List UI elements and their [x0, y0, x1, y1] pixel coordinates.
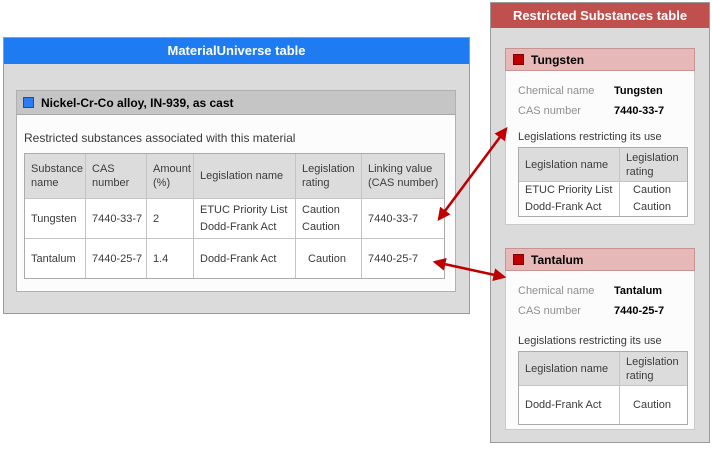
- substance-card-name: Tantalum: [531, 252, 584, 267]
- substance-card-tungsten: Tungsten Chemical name Tungsten CAS numbe…: [505, 48, 695, 225]
- substance-card-body: Chemical name Tantalum CAS number 7440-25-…: [505, 271, 695, 430]
- table-row-cell-linking-value: 7440-25-7: [368, 252, 419, 265]
- table-row-cell-rating: Caution Caution: [296, 199, 362, 239]
- material-universe-panel: MaterialUniverse table Nickel-Cr-Co allo…: [3, 37, 470, 314]
- legislation-rating-cell: Caution Caution: [633, 184, 671, 213]
- column-header-legislation-rating: Legislation rating: [620, 352, 687, 386]
- legislations-table: Legislation name Legislation rating ETUC…: [518, 147, 688, 217]
- restricted-substances-panel-title: Restricted Substances table: [491, 3, 709, 28]
- substance-card-name: Tungsten: [531, 52, 585, 67]
- field-chemical-name: Chemical name Tungsten: [518, 85, 663, 97]
- legislation-rating-cell: Caution: [633, 399, 671, 411]
- substance-card-tantalum: Tantalum Chemical name Tantalum CAS numbe…: [505, 248, 695, 430]
- restricted-substances-table: Substance name CAS number Amount (%) Leg…: [24, 153, 445, 279]
- material-universe-panel-title: MaterialUniverse table: [4, 38, 469, 64]
- table-row-cell-rating: Caution: [296, 239, 362, 278]
- column-header-legislation-name: Legislation name: [194, 154, 296, 199]
- substance-card-header: Tungsten: [505, 48, 695, 71]
- substance-card-header: Tantalum: [505, 248, 695, 271]
- table-row-cell-legislation: ETUC Priority List Dodd-Frank Act: [194, 199, 296, 239]
- column-header-legislation-name: Legislation name: [519, 148, 620, 182]
- table-row-cell-amount: 2: [147, 199, 194, 239]
- restricted-substances-panel: Restricted Substances table Tungsten Che…: [490, 2, 710, 443]
- column-header-legislation-name: Legislation name: [519, 352, 620, 386]
- red-square-icon: [513, 254, 524, 265]
- substance-fields: Chemical name Tantalum CAS number 7440-25-…: [518, 281, 664, 321]
- table-row-cell-amount: 1.4: [147, 239, 194, 278]
- column-header-amount: Amount (%): [147, 154, 194, 199]
- legislation-name-cell: ETUC Priority List Dodd-Frank Act: [519, 182, 620, 216]
- material-record-header: Nickel-Cr-Co alloy, IN-939, as cast: [17, 91, 455, 115]
- table-row-cell-legislation: Dodd-Frank Act: [194, 239, 296, 278]
- table-row-cell-cas: 7440-33-7: [86, 199, 147, 239]
- column-header-legislation-rating: Legislation rating: [620, 148, 687, 182]
- substance-card-body: Chemical name Tungsten CAS number 7440-33-…: [505, 71, 695, 225]
- field-cas-number: CAS number 7440-33-7: [518, 105, 665, 117]
- diagram-canvas: MaterialUniverse table Nickel-Cr-Co allo…: [0, 0, 712, 449]
- legislations-section-label: Legislations restricting its use: [518, 335, 662, 347]
- column-header-cas-number: CAS number: [86, 154, 147, 199]
- material-record-title: Nickel-Cr-Co alloy, IN-939, as cast: [41, 95, 234, 110]
- field-cas-number: CAS number 7440-25-7: [518, 305, 665, 317]
- red-square-icon: [513, 54, 524, 65]
- restricted-substances-section-label: Restricted substances associated with th…: [24, 131, 296, 145]
- legislations-table: Legislation name Legislation rating Dodd…: [518, 351, 688, 425]
- field-chemical-name: Chemical name Tantalum: [518, 285, 663, 297]
- blue-square-icon: [23, 97, 34, 108]
- table-row-cell-linking-value: 7440-33-7: [362, 199, 444, 239]
- table-row-cell-substance: Tantalum: [25, 239, 86, 278]
- material-record-box: Nickel-Cr-Co alloy, IN-939, as cast Rest…: [16, 90, 456, 292]
- substance-fields: Chemical name Tungsten CAS number 7440-33-…: [518, 81, 664, 121]
- column-header-linking-value: Linking value (CAS number): [362, 154, 444, 199]
- legislation-name-cell: Dodd-Frank Act: [519, 386, 620, 424]
- table-row-cell-cas: 7440-25-7: [86, 239, 147, 278]
- column-header-legislation-rating: Legislation rating: [296, 154, 362, 199]
- column-header-substance-name: Substance name: [25, 154, 86, 199]
- legislations-section-label: Legislations restricting its use: [518, 131, 662, 143]
- table-row-cell-substance: Tungsten: [25, 199, 86, 239]
